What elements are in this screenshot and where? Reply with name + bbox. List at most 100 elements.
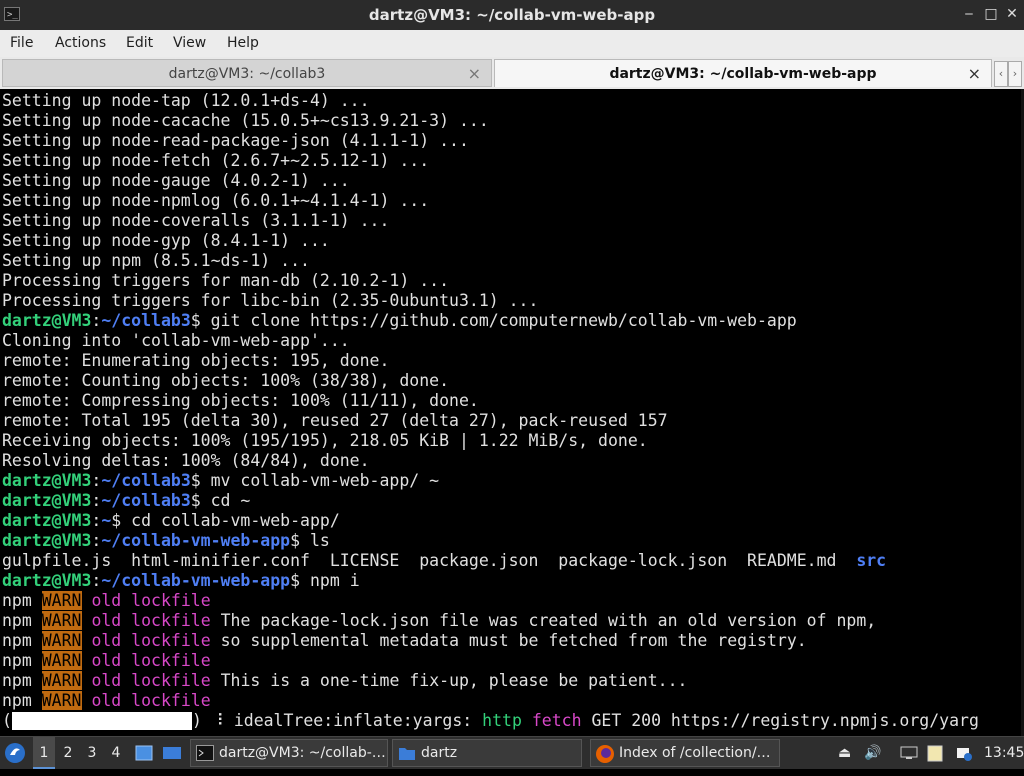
terminal-text: WARN bbox=[41, 651, 82, 670]
clipboard-icon[interactable] bbox=[927, 737, 949, 769]
terminal-lines: Setting up node-tap (12.0.1+ds-4) ... Set… bbox=[2, 91, 979, 731]
terminal-text: WARN bbox=[41, 611, 82, 630]
close-button[interactable]: ✕ bbox=[1003, 5, 1021, 23]
folder-icon bbox=[399, 748, 415, 760]
terminal-text: : bbox=[91, 571, 102, 590]
menu-actions[interactable]: Actions bbox=[55, 35, 106, 51]
start-menu-icon[interactable] bbox=[4, 737, 28, 769]
tab-close-icon[interactable]: × bbox=[468, 60, 481, 88]
task-file-manager[interactable]: dartz bbox=[392, 739, 582, 767]
tab-collab-vm-web-app[interactable]: dartz@VM3: ~/collab-vm-web-app × bbox=[494, 59, 992, 87]
terminal-text: old lockfile bbox=[91, 691, 211, 710]
terminal-text: src bbox=[856, 551, 887, 570]
terminal-line: npm WARN old lockfile bbox=[2, 691, 979, 711]
terminal-text: npm bbox=[2, 611, 42, 630]
minimize-button[interactable]: ‒ bbox=[960, 5, 978, 23]
terminal-text: npm bbox=[2, 691, 42, 710]
task-label: Index of /collection/… bbox=[619, 745, 771, 761]
task-firefox[interactable]: Index of /collection/… bbox=[590, 739, 780, 767]
terminal-text: : bbox=[91, 511, 102, 530]
terminal-text: ~/collab3 bbox=[101, 491, 191, 510]
show-desktop-icon[interactable] bbox=[135, 737, 155, 769]
terminal-line: dartz@VM3:~/collab3$ cd ~ bbox=[2, 491, 979, 511]
tab-label: dartz@VM3: ~/collab-vm-web-app bbox=[609, 66, 877, 82]
terminal-text: Setting up node-tap (12.0.1+ds-4) ... bbox=[2, 91, 370, 110]
terminal-text: dartz@VM3 bbox=[2, 571, 92, 590]
terminal-text: http bbox=[482, 711, 522, 730]
terminal-text: Setting up node-gauge (4.0.2-1) ... bbox=[2, 171, 350, 190]
terminal-text: ( bbox=[2, 711, 12, 730]
tab-scroll-right-icon[interactable]: › bbox=[1008, 61, 1022, 87]
terminal-text: old lockfile bbox=[91, 671, 211, 690]
display-icon[interactable] bbox=[900, 737, 922, 769]
terminal-text: : bbox=[91, 311, 102, 330]
terminal-line: dartz@VM3:~/collab-vm-web-app$ npm i bbox=[2, 571, 979, 591]
terminal-text: so supplemental metadata must be fetched… bbox=[210, 631, 807, 650]
terminal-text: ~/collab3 bbox=[101, 311, 191, 330]
terminal-line: Setting up node-gauge (4.0.2-1) ... bbox=[2, 171, 979, 191]
terminal-text: fetch bbox=[531, 711, 582, 730]
terminal-line: Setting up node-coveralls (3.1.1-1) ... bbox=[2, 211, 979, 231]
terminal-line: Receiving objects: 100% (195/195), 218.0… bbox=[2, 431, 979, 451]
menu-bar: File Actions Edit View Help bbox=[0, 30, 1024, 58]
window-list-icon[interactable] bbox=[162, 737, 184, 769]
tab-collab3[interactable]: dartz@VM3: ~/collab3 × bbox=[2, 59, 492, 87]
menu-view[interactable]: View bbox=[173, 35, 206, 51]
menu-help[interactable]: Help bbox=[227, 35, 259, 51]
terminal-text: dartz@VM3 bbox=[2, 531, 92, 550]
terminal-line: () ⠸ idealTree:inflate:yargs: http fetch… bbox=[2, 711, 979, 731]
terminal-line: Setting up node-npmlog (6.0.1+~4.1.4-1) … bbox=[2, 191, 979, 211]
terminal-text: Setting up node-npmlog (6.0.1+~4.1.4-1) … bbox=[2, 191, 430, 210]
eject-icon[interactable]: ⏏ bbox=[838, 737, 858, 769]
workspace-4[interactable]: 4 bbox=[105, 737, 127, 769]
terminal-text: This is a one-time fix-up, please be pat… bbox=[210, 671, 688, 690]
terminal-output[interactable]: Setting up node-tap (12.0.1+ds-4) ... Set… bbox=[0, 89, 1024, 736]
terminal-line: dartz@VM3:~$ cd collab-vm-web-app/ bbox=[2, 511, 979, 531]
task-terminal[interactable]: dartz@VM3: ~/collab-… bbox=[190, 739, 388, 767]
terminal-text: : bbox=[91, 491, 102, 510]
terminal-text: Cloning into 'collab-vm-web-app'... bbox=[2, 331, 350, 350]
terminal-text: GET 200 https://registry.npmjs.org/yarg bbox=[581, 711, 979, 730]
terminal-line: Setting up node-read-package-json (4.1.1… bbox=[2, 131, 979, 151]
terminal-text: $ cd collab-vm-web-app/ bbox=[111, 511, 340, 530]
tab-scroll-left-icon[interactable]: ‹ bbox=[994, 61, 1008, 87]
terminal-text: $ cd ~ bbox=[190, 491, 251, 510]
menu-edit[interactable]: Edit bbox=[126, 35, 153, 51]
terminal-text: ~/collab3 bbox=[101, 471, 191, 490]
update-icon[interactable] bbox=[954, 737, 976, 769]
terminal-text: WARN bbox=[41, 631, 82, 650]
terminal-text: dartz@VM3 bbox=[2, 491, 92, 510]
terminal-line: dartz@VM3:~/collab3$ git clone https://g… bbox=[2, 311, 979, 331]
tab-close-icon[interactable]: × bbox=[968, 60, 981, 88]
clock[interactable]: 13:45 bbox=[984, 737, 1024, 769]
menu-file[interactable]: File bbox=[10, 35, 33, 51]
terminal-text: npm bbox=[2, 631, 42, 650]
terminal-text: old lockfile bbox=[91, 591, 211, 610]
volume-icon[interactable]: 🔊 bbox=[864, 737, 884, 769]
terminal-line: npm WARN old lockfile bbox=[2, 651, 979, 671]
terminal-text: old lockfile bbox=[91, 611, 211, 630]
terminal-text: $ git clone https://github.com/computern… bbox=[190, 311, 797, 330]
task-label: dartz@VM3: ~/collab-… bbox=[219, 745, 386, 761]
task-label: dartz bbox=[421, 745, 458, 761]
maximize-button[interactable]: □ bbox=[982, 5, 1000, 23]
terminal-line: npm WARN old lockfile bbox=[2, 591, 979, 611]
terminal-text: Setting up npm (8.5.1~ds-1) ... bbox=[2, 251, 310, 270]
terminal-text: Setting up node-coveralls (3.1.1-1) ... bbox=[2, 211, 390, 230]
terminal-line: npm WARN old lockfile so supplemental me… bbox=[2, 631, 979, 651]
terminal-line: remote: Counting objects: 100% (38/38), … bbox=[2, 371, 979, 391]
terminal-text: dartz@VM3 bbox=[2, 511, 92, 530]
workspace-2[interactable]: 2 bbox=[57, 737, 79, 769]
window-titlebar: >_ dartz@VM3: ~/collab-vm-web-app ‒ □ ✕ bbox=[0, 0, 1024, 30]
terminal-text: Setting up node-cacache (15.0.5+~cs13.9.… bbox=[2, 111, 489, 130]
terminal-text: ~/collab-vm-web-app bbox=[101, 571, 291, 590]
workspace-3[interactable]: 3 bbox=[81, 737, 103, 769]
terminal-text: remote: Counting objects: 100% (38/38), … bbox=[2, 371, 450, 390]
terminal-text: npm bbox=[2, 591, 42, 610]
workspace-1[interactable]: 1 bbox=[33, 737, 55, 769]
terminal-text: dartz@VM3 bbox=[2, 311, 92, 330]
terminal-line: npm WARN old lockfile The package-lock.j… bbox=[2, 611, 979, 631]
